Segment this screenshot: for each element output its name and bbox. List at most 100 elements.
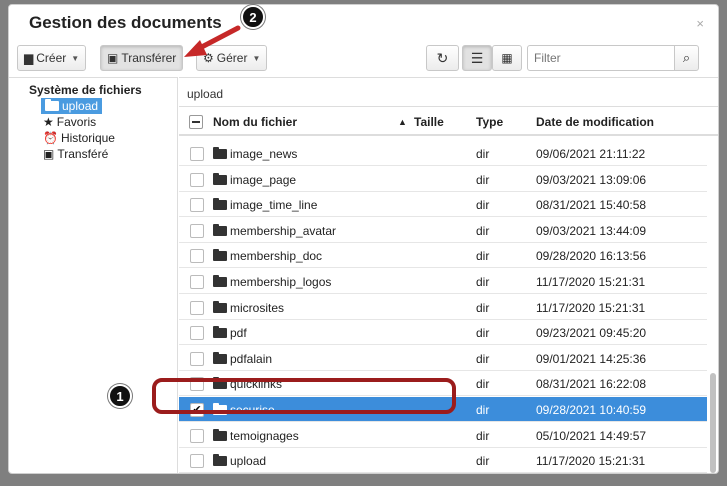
file-name-cell: membership_doc <box>213 249 322 263</box>
row-checkbox[interactable] <box>190 300 204 315</box>
column-date[interactable]: Date de modification <box>536 115 654 129</box>
file-date: 08/31/2021 16:22:08 <box>536 377 647 392</box>
annotation-highlight-box <box>152 378 456 414</box>
create-button[interactable]: ▆ Créer ▼ <box>17 45 87 71</box>
select-all-checkbox[interactable] <box>189 115 203 129</box>
table-row[interactable]: upload dir 11/17/2020 15:21:31 <box>179 448 707 473</box>
tree-item-transfere[interactable]: ▣ Transféré <box>43 147 108 161</box>
file-name: upload <box>230 454 267 469</box>
tree-item-upload[interactable]: upload <box>41 98 103 114</box>
file-name-cell: temoignages <box>213 428 299 443</box>
folder-icon <box>45 99 59 111</box>
file-rows: image_news dir 09/06/2021 21:11:22 image_pa… <box>179 137 707 473</box>
file-name-cell: image_time_line <box>213 198 317 212</box>
file-name-cell: image_page <box>213 172 296 187</box>
close-icon[interactable]: × <box>696 16 704 31</box>
chevron-down-icon: ▼ <box>71 53 80 63</box>
transfer-icon: ▣ <box>43 147 55 161</box>
history-icon: ⏰ <box>43 131 58 145</box>
folder-icon <box>213 198 227 211</box>
table-row[interactable]: temoignages dir 05/10/2021 14:49:57 <box>179 423 707 448</box>
row-checkbox[interactable] <box>190 198 204 213</box>
star-icon: ★ <box>43 115 54 129</box>
tree-root[interactable]: Système de fichiers <box>29 83 142 97</box>
file-name-cell: microsites <box>213 300 284 315</box>
file-type: dir <box>476 300 490 315</box>
file-date: 09/28/2020 16:13:56 <box>536 249 647 264</box>
column-type[interactable]: Type <box>476 115 503 129</box>
transfer-icon: ▣ <box>107 51 119 65</box>
folder-icon <box>213 428 227 441</box>
transfer-button-label: Transférer <box>121 51 177 65</box>
table-row[interactable]: image_page dir 09/03/2021 13:09:06 <box>179 167 707 192</box>
file-name: membership_logos <box>230 275 332 289</box>
folder-icon <box>213 223 227 236</box>
transfer-button[interactable]: ▣ Transférer <box>100 45 184 71</box>
tree-item-label: Historique <box>60 131 115 145</box>
file-name: membership_avatar <box>230 223 337 238</box>
file-type: dir <box>476 275 490 289</box>
file-date: 09/01/2021 14:25:36 <box>536 351 647 366</box>
scrollbar[interactable] <box>708 137 718 473</box>
annotation-badge-1: 1 <box>108 384 132 408</box>
file-type: dir <box>476 147 490 161</box>
manage-button-label: Gérer <box>216 51 248 65</box>
file-name: image_time_line <box>230 198 318 213</box>
file-date: 08/31/2021 15:40:58 <box>536 198 647 213</box>
table-row[interactable]: image_time_line dir 08/31/2021 15:40:58 <box>179 192 707 218</box>
file-date: 09/03/2021 13:44:09 <box>536 223 647 238</box>
manage-button[interactable]: ⚙ Gérer ▼ <box>196 45 268 71</box>
refresh-button[interactable]: ↻ <box>426 45 459 71</box>
file-date: 05/10/2021 14:49:57 <box>536 428 647 443</box>
table-row[interactable]: pdf dir 09/23/2021 09:45:20 <box>179 320 707 346</box>
file-type: dir <box>476 351 490 366</box>
row-checkbox[interactable] <box>190 275 204 289</box>
row-checkbox[interactable] <box>190 351 204 366</box>
scrollbar-thumb[interactable] <box>710 373 716 473</box>
table-row[interactable]: membership_doc dir 09/28/2020 16:13:56 <box>179 243 707 269</box>
grid-view-button[interactable]: ▦ <box>492 45 522 71</box>
table-row[interactable]: microsites dir 11/17/2020 15:21:31 <box>179 295 707 320</box>
table-row[interactable]: membership_avatar dir 09/03/2021 13:44:09 <box>179 218 707 243</box>
table-row[interactable]: membership_logos dir 11/17/2020 15:21:31 <box>179 269 707 294</box>
file-type: dir <box>476 172 490 187</box>
folder-icon <box>213 351 227 364</box>
grid-icon: ▦ <box>501 51 513 65</box>
row-checkbox[interactable] <box>190 454 204 469</box>
file-name-cell: upload <box>213 454 266 468</box>
tree-item-label: upload <box>62 99 99 113</box>
gear-icon: ⚙ <box>203 51 214 65</box>
file-type: dir <box>476 223 490 238</box>
file-type: dir <box>476 428 490 443</box>
row-checkbox[interactable] <box>190 147 204 161</box>
row-checkbox[interactable] <box>190 326 204 341</box>
file-type: dir <box>476 249 490 264</box>
file-date: 09/23/2021 09:45:20 <box>536 326 647 341</box>
row-checkbox[interactable] <box>190 223 204 238</box>
table-header: Nom du fichier ▲ Taille Type Date de mod… <box>179 106 718 136</box>
row-checkbox[interactable] <box>190 172 204 187</box>
table-row[interactable]: image_news dir 09/06/2021 21:11:22 <box>179 141 707 166</box>
row-checkbox[interactable] <box>190 249 204 264</box>
filter-search-button[interactable]: ⌕ <box>674 45 699 71</box>
tree-item-favoris[interactable]: ★ Favoris <box>43 115 96 129</box>
filter-input[interactable] <box>527 45 675 71</box>
sort-asc-icon: ▲ <box>398 117 407 127</box>
row-checkbox[interactable] <box>190 428 204 443</box>
tree-item-historique[interactable]: ⏰ Historique <box>43 131 115 145</box>
file-list-panel: upload Nom du fichier ▲ Taille Type Date… <box>179 77 718 473</box>
folder-icon <box>213 275 227 287</box>
file-name-cell: membership_avatar <box>213 223 337 238</box>
dialog-title: Gestion des documents <box>29 13 222 32</box>
file-name-cell: image_news <box>213 147 297 161</box>
table-row[interactable]: pdfalain dir 09/01/2021 14:25:36 <box>179 346 707 371</box>
list-view-button[interactable]: ☰ <box>462 45 492 71</box>
column-name[interactable]: Nom du fichier <box>213 115 297 129</box>
file-type: dir <box>476 403 490 417</box>
chevron-down-icon: ▼ <box>252 53 261 63</box>
current-path: upload <box>187 87 224 101</box>
list-icon: ☰ <box>470 49 484 66</box>
folder-icon <box>213 300 227 313</box>
column-size[interactable]: Taille <box>414 115 444 129</box>
toolbar: ▆ Créer ▼ ▣ Transférer ⚙ Gérer ▼ ↻ ☰ ▦ ⌕ <box>9 45 718 77</box>
